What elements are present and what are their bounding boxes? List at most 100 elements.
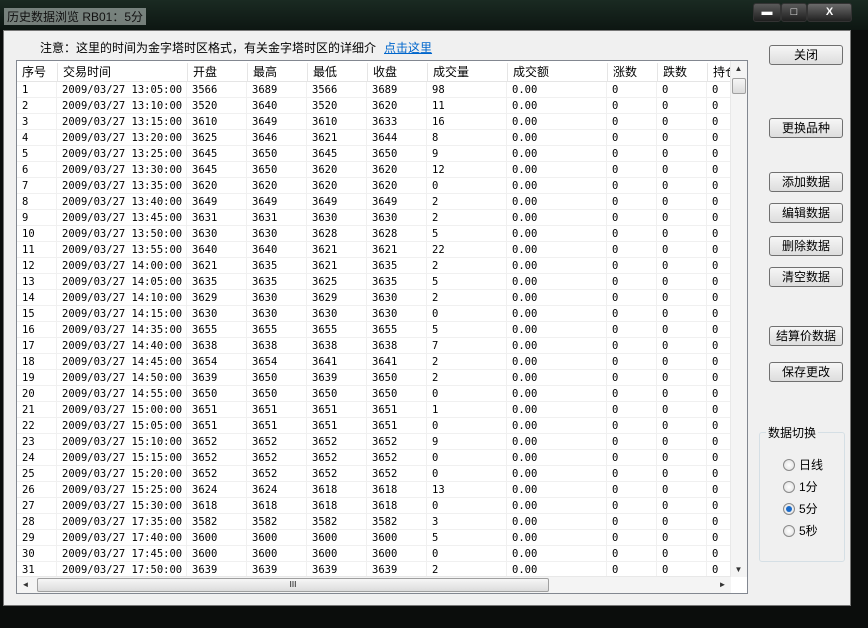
scroll-up-icon[interactable]: ▲	[731, 64, 746, 73]
column-divider	[506, 498, 507, 514]
change-symbol-button[interactable]: 更换品种	[769, 118, 843, 138]
radio-icon[interactable]	[783, 503, 795, 515]
column-header[interactable]: 最低	[307, 63, 367, 81]
table-row[interactable]: 15 2009/03/27 14:15:00 3630 3630 3630 3630 0 0.…	[17, 306, 731, 322]
scroll-down-icon[interactable]: ▼	[731, 565, 746, 574]
vertical-scroll-thumb[interactable]	[732, 78, 746, 94]
table-row[interactable]: 19 2009/03/27 14:50:00 3639 3650 3639 3650 2 0.…	[17, 370, 731, 386]
column-header[interactable]: 成交额	[507, 63, 607, 81]
table-row[interactable]: 12 2009/03/27 14:00:00 3621 3635 3621 3635 2 0.…	[17, 258, 731, 274]
table-cell: 3620	[372, 100, 398, 112]
column-divider	[426, 418, 427, 434]
column-divider	[366, 434, 367, 450]
table-row[interactable]: 5 2009/03/27 13:25:00 3645 3650 3645 3650 9 0.0…	[17, 146, 731, 162]
radio-label: 日线	[799, 458, 824, 472]
column-divider	[506, 194, 507, 210]
table-cell: 0	[662, 116, 669, 128]
column-divider	[656, 98, 657, 114]
column-header[interactable]: 涨数	[607, 63, 657, 81]
maximize-button[interactable]: □	[781, 3, 807, 22]
table-cell: 0.00	[512, 388, 538, 400]
table-row[interactable]: 20 2009/03/27 14:55:00 3650 3650 3650 3650 0 0.…	[17, 386, 731, 402]
table-row[interactable]: 26 2009/03/27 15:25:00 3624 3624 3618 3618 13 0…	[17, 482, 731, 498]
table-row[interactable]: 25 2009/03/27 15:20:00 3652 3652 3652 3652 0 0.…	[17, 466, 731, 482]
table-row[interactable]: 14 2009/03/27 14:10:00 3629 3630 3629 3630 2 0.…	[17, 290, 731, 306]
save-changes-button[interactable]: 保存更改	[769, 362, 843, 382]
table-cell: 0	[662, 132, 669, 144]
table-row[interactable]: 10 2009/03/27 13:50:00 3630 3630 3628 3628 5 0.…	[17, 226, 731, 242]
table-row[interactable]: 2 2009/03/27 13:10:00 3520 3640 3520 3620 11 0.…	[17, 98, 731, 114]
table-row[interactable]: 22 2009/03/27 15:05:00 3651 3651 3651 3651 0 0.…	[17, 418, 731, 434]
radio-option[interactable]: 1分	[783, 479, 818, 495]
column-divider	[706, 418, 707, 434]
table-row[interactable]: 9 2009/03/27 13:45:00 3631 3631 3630 3630 2 0.0…	[17, 210, 731, 226]
horizontal-scroll-thumb[interactable]: III	[37, 578, 549, 592]
table-row[interactable]: 24 2009/03/27 15:15:00 3652 3652 3652 3652 0 0.…	[17, 450, 731, 466]
column-header[interactable]: 跌数	[657, 63, 707, 81]
column-header[interactable]: 成交量	[427, 63, 507, 81]
settlement-data-button[interactable]: 结算价数据	[769, 326, 843, 346]
column-header[interactable]: 交易时间	[57, 63, 187, 81]
column-divider	[606, 162, 607, 178]
table-row[interactable]: 3 2009/03/27 13:15:00 3610 3649 3610 3633 16 0.…	[17, 114, 731, 130]
table-cell: 3645	[192, 148, 218, 160]
horizontal-scrollbar[interactable]: ◄ III ►	[17, 576, 731, 593]
radio-icon[interactable]	[783, 525, 795, 537]
table-cell: 0.00	[512, 356, 538, 368]
radio-icon[interactable]	[783, 459, 795, 471]
table-cell: 2009/03/27 17:40:00	[62, 532, 183, 544]
table-row[interactable]: 30 2009/03/27 17:45:00 3600 3600 3600 3600 0 0.…	[17, 546, 731, 562]
column-divider	[246, 338, 247, 354]
column-header[interactable]: 序号	[17, 63, 57, 81]
table-row[interactable]: 21 2009/03/27 15:00:00 3651 3651 3651 3651 1 0.…	[17, 402, 731, 418]
edit-data-button[interactable]: 编辑数据	[769, 203, 843, 223]
column-divider	[246, 306, 247, 322]
table-row[interactable]: 13 2009/03/27 14:05:00 3635 3635 3625 3635 5 0.…	[17, 274, 731, 290]
column-divider	[656, 386, 657, 402]
close-window-button[interactable]: X	[807, 3, 852, 22]
table-cell: 3600	[372, 548, 398, 560]
column-divider	[246, 226, 247, 242]
table-cell: 3652	[192, 452, 218, 464]
table-cell: 3610	[192, 116, 218, 128]
column-divider	[306, 114, 307, 130]
column-divider	[56, 82, 57, 98]
scroll-right-icon[interactable]: ►	[715, 580, 730, 589]
table-row[interactable]: 23 2009/03/27 15:10:00 3652 3652 3652 3652 9 0.…	[17, 434, 731, 450]
column-divider	[706, 354, 707, 370]
table-row[interactable]: 11 2009/03/27 13:55:00 3640 3640 3621 3621 22 0…	[17, 242, 731, 258]
table-row[interactable]: 8 2009/03/27 13:40:00 3649 3649 3649 3649 2 0.0…	[17, 194, 731, 210]
table-row[interactable]: 7 2009/03/27 13:35:00 3620 3620 3620 3620 0 0.0…	[17, 178, 731, 194]
column-header[interactable]: 收盘	[367, 63, 427, 81]
radio-icon[interactable]	[783, 481, 795, 493]
table-row[interactable]: 17 2009/03/27 14:40:00 3638 3638 3638 3638 7 0.…	[17, 338, 731, 354]
table-row[interactable]: 18 2009/03/27 14:45:00 3654 3654 3641 3641 2 0.…	[17, 354, 731, 370]
notice-link[interactable]: 点击这里	[384, 41, 432, 55]
radio-option[interactable]: 5秒	[783, 523, 818, 539]
minimize-button[interactable]: ▬	[753, 3, 781, 22]
table-row[interactable]: 1 2009/03/27 13:05:00 3566 3689 3566 3689 98 0.…	[17, 82, 731, 98]
table-row[interactable]: 27 2009/03/27 15:30:00 3618 3618 3618 3618 0 0.…	[17, 498, 731, 514]
table-row[interactable]: 6 2009/03/27 13:30:00 3645 3650 3620 3620 12 0.…	[17, 162, 731, 178]
column-divider	[706, 274, 707, 290]
table-row[interactable]: 16 2009/03/27 14:35:00 3655 3655 3655 3655 5 0.…	[17, 322, 731, 338]
column-divider	[56, 450, 57, 466]
add-data-button[interactable]: 添加数据	[769, 172, 843, 192]
radio-option[interactable]: 日线	[783, 457, 823, 473]
vertical-scrollbar[interactable]: ▲ ▼	[730, 61, 747, 577]
radio-option[interactable]: 5分	[783, 501, 818, 517]
close-button[interactable]: 关闭	[769, 45, 843, 65]
table-cell: 0	[662, 228, 669, 240]
column-divider	[306, 434, 307, 450]
column-header[interactable]: 最高	[247, 63, 307, 81]
table-cell: 0	[612, 468, 619, 480]
table-row[interactable]: 4 2009/03/27 13:20:00 3625 3646 3621 3644 8 0.0…	[17, 130, 731, 146]
delete-data-button[interactable]: 删除数据	[769, 236, 843, 256]
table-row[interactable]: 29 2009/03/27 17:40:00 3600 3600 3600 3600 5 0.…	[17, 530, 731, 546]
column-header[interactable]: 开盘	[187, 63, 247, 81]
scroll-left-icon[interactable]: ◄	[18, 580, 33, 589]
table-cell: 30	[22, 548, 35, 560]
clear-data-button[interactable]: 清空数据	[769, 267, 843, 287]
table-row[interactable]: 28 2009/03/27 17:35:00 3582 3582 3582 3582 3 0.…	[17, 514, 731, 530]
table-cell: 0	[432, 420, 439, 432]
